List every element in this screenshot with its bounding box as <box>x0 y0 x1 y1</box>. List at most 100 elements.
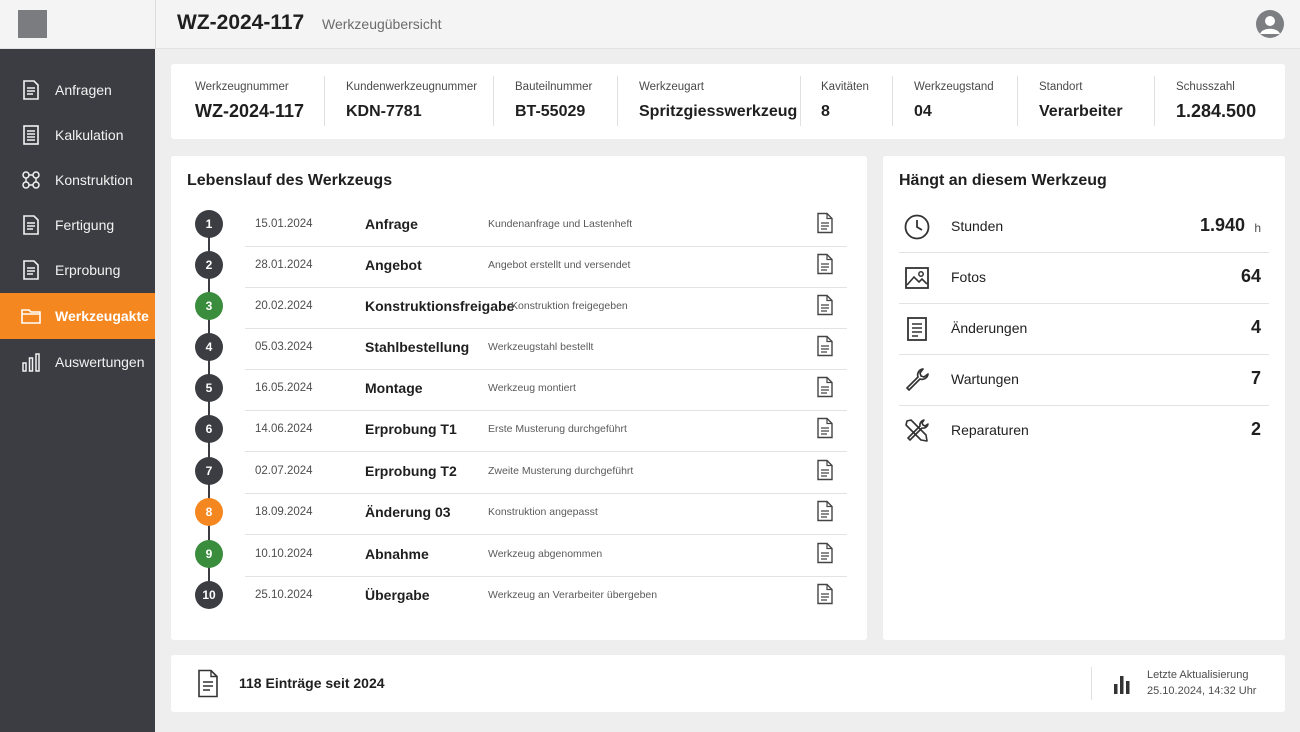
attachment-label: Änderungen <box>951 320 1028 336</box>
info-divider <box>1154 76 1155 126</box>
info-value-kundenwerkzeugnummer: KDN-7781 <box>346 103 422 120</box>
timeline-step-number: 3 <box>195 292 223 320</box>
attachment-row-reparaturen[interactable]: Reparaturen 2 <box>899 406 1269 457</box>
timeline-date: 16.05.2024 <box>255 382 313 394</box>
document-icon[interactable] <box>815 500 835 522</box>
sidebar-item-anfragen[interactable]: Anfragen <box>0 67 155 113</box>
timeline-row[interactable]: 5 16.05.2024 Montage Werkzeug montiert <box>171 370 867 411</box>
attachment-label: Reparaturen <box>951 422 1029 438</box>
sidebar-item-label: Auswertungen <box>55 354 145 370</box>
attachments-title: Hängt an diesem Werkzeug <box>899 172 1107 189</box>
top-bar: WZ-2024-117 Werkzeugübersicht <box>0 0 1300 49</box>
sidebar-item-auswertungen[interactable]: Auswertungen <box>0 339 155 385</box>
info-value-werkzeugstand: 04 <box>914 103 932 120</box>
attachment-value: 7 <box>1250 368 1261 388</box>
attachment-row-stunden[interactable]: Stunden 1.940 h <box>899 202 1269 253</box>
info-divider <box>324 76 325 126</box>
document-icon[interactable] <box>815 253 835 275</box>
timeline-row[interactable]: 3 20.02.2024 Konstruktionsfreigabe Konst… <box>171 288 867 329</box>
timeline-row[interactable]: 8 18.09.2024 Änderung 03 Konstruktion an… <box>171 494 867 535</box>
sidebar-item-label: Fertigung <box>55 217 115 233</box>
timeline-description: Werkzeugstahl bestellt <box>488 341 594 353</box>
document-icon[interactable] <box>815 294 835 316</box>
timeline-row[interactable]: 7 02.07.2024 Erprobung T2 Zweite Musteru… <box>171 453 867 494</box>
document-icon[interactable] <box>815 335 835 357</box>
document-icon <box>907 317 927 341</box>
document-icon[interactable] <box>815 376 835 398</box>
info-label-bauteilnummer: Bauteilnummer <box>515 81 593 93</box>
timeline-title: Montage <box>365 380 423 396</box>
timeline-date: 18.09.2024 <box>255 506 313 518</box>
timeline-row[interactable]: 6 14.06.2024 Erprobung T1 Erste Musterun… <box>171 411 867 452</box>
timeline-title: Stahlbestellung <box>365 339 470 355</box>
attachment-label: Stunden <box>951 218 1004 234</box>
sidebar-item-konstruktion[interactable]: Konstruktion <box>0 157 155 203</box>
bar-chart-icon <box>1114 676 1130 694</box>
info-label-schusszahl: Schusszahl <box>1176 81 1235 93</box>
attachment-value: 2 <box>1250 419 1261 439</box>
timeline-step-number: 10 <box>195 581 223 609</box>
document-icon[interactable] <box>815 542 835 564</box>
attachment-value: 4 <box>1250 317 1261 337</box>
sidebar-item-werkzeugakte[interactable]: Werkzeugakte <box>0 293 155 339</box>
timeline-row[interactable]: 4 05.03.2024 Stahlbestellung Werkzeugsta… <box>171 329 867 370</box>
wrench-icon <box>906 368 929 391</box>
info-label-kundenwerkzeugnummer: Kundenwerkzeugnummer <box>346 81 478 93</box>
timeline-step-number: 7 <box>195 457 223 485</box>
info-value-standort: Verarbeiter <box>1039 103 1123 120</box>
sidebar-item-label: Werkzeugakte <box>55 308 149 324</box>
lifecycle-title: Lebenslauf des Werkzeugs <box>187 172 393 189</box>
entries-summary: 118 Einträge seit 2024 <box>239 675 385 691</box>
timeline-description: Werkzeug an Verarbeiter übergeben <box>488 589 658 601</box>
document-icon <box>23 80 39 100</box>
info-value-werkzeugnummer: WZ-2024-117 <box>195 101 305 121</box>
attachment-row-fotos[interactable]: Fotos 64 <box>899 253 1269 304</box>
sidebar-item-fertigung[interactable]: Fertigung <box>0 202 155 248</box>
timeline-title: Übergabe <box>365 587 430 603</box>
document-icon <box>23 260 39 280</box>
timeline-step-number: 1 <box>195 210 223 238</box>
attachment-value: 1.940 <box>1199 215 1245 235</box>
timeline-description: Zweite Musterung durchgeführt <box>488 465 634 477</box>
tool-info-card: Werkzeugnummer WZ-2024-117 Kundenwerkzeu… <box>171 64 1285 139</box>
document-icon[interactable] <box>815 417 835 439</box>
timeline-row[interactable]: 2 28.01.2024 Angebot Angebot erstellt un… <box>171 247 867 288</box>
timeline-title: Konstruktionsfreigabe <box>365 298 515 314</box>
timeline-step-number: 6 <box>195 415 223 443</box>
document-icon[interactable] <box>815 459 835 481</box>
timeline-title: Erprobung T1 <box>365 421 457 437</box>
sidebar-item-label: Erprobung <box>55 262 121 278</box>
timeline-step-number: 8 <box>195 498 223 526</box>
timeline-description: Kundenanfrage und Lastenheft <box>488 218 633 230</box>
info-divider <box>493 76 494 126</box>
timeline-row[interactable]: 1 15.01.2024 Anfrage Kundenanfrage und L… <box>171 206 867 247</box>
info-value-kavitaeten: 8 <box>821 103 830 120</box>
timeline-title: Erprobung T2 <box>365 463 457 479</box>
info-label-werkzeugart: Werkzeugart <box>639 81 704 93</box>
user-avatar[interactable] <box>1256 10 1284 38</box>
timeline-step-number: 4 <box>195 333 223 361</box>
timeline-date: 02.07.2024 <box>255 465 313 477</box>
info-label-kavitaeten: Kavitäten <box>821 81 869 93</box>
sidebar-item-kalkulation[interactable]: Kalkulation <box>0 112 155 158</box>
timeline-description: Erste Musterung durchgeführt <box>488 423 627 435</box>
info-label-werkzeugnummer: Werkzeugnummer <box>195 81 289 93</box>
timeline-title: Änderung 03 <box>365 504 451 520</box>
attachment-row-aenderungen[interactable]: Änderungen 4 <box>899 304 1269 355</box>
timeline-description: Angebot erstellt und versendet <box>488 259 631 271</box>
user-icon <box>1260 16 1280 34</box>
timeline-row[interactable]: 10 25.10.2024 Übergabe Werkzeug an Verar… <box>171 577 867 618</box>
list-document-icon <box>23 125 39 145</box>
timeline-date: 28.01.2024 <box>255 259 313 271</box>
timeline-date: 20.02.2024 <box>255 300 313 312</box>
page-subtitle: Werkzeugübersicht <box>322 16 442 32</box>
document-icon[interactable] <box>815 212 835 234</box>
document-icon[interactable] <box>815 583 835 605</box>
sidebar-item-erprobung[interactable]: Erprobung <box>0 247 155 293</box>
timeline-date: 15.01.2024 <box>255 218 313 230</box>
app-logo[interactable] <box>18 10 47 38</box>
attachment-row-wartungen[interactable]: Wartungen 7 <box>899 355 1269 406</box>
document-icon <box>198 669 218 698</box>
clock-icon <box>904 214 930 240</box>
timeline-row[interactable]: 9 10.10.2024 Abnahme Werkzeug abgenommen <box>171 536 867 577</box>
